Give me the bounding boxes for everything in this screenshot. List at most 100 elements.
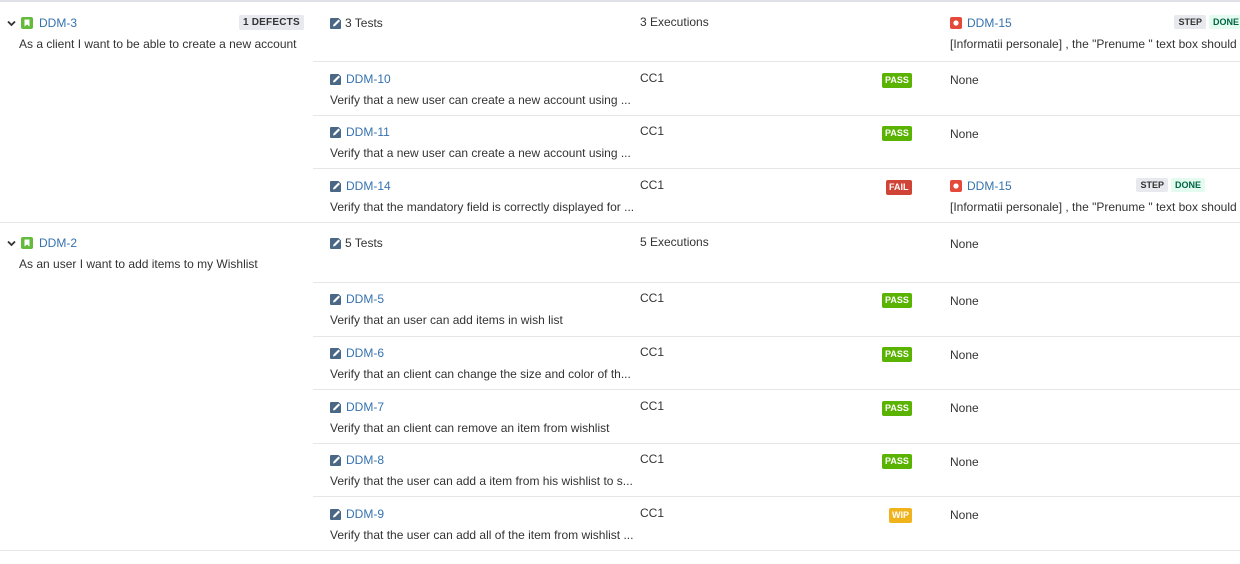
bug-icon <box>950 17 962 29</box>
test-cell: DDM-7 Verify that an client can remove a… <box>330 399 620 435</box>
table-row: DDM-9 Verify that the user can add all o… <box>0 496 1240 551</box>
test-cell: DDM-5 Verify that an user can add items … <box>330 291 620 327</box>
table-row: DDM-5 Verify that an user can add items … <box>313 282 1240 337</box>
test-summary: Verify that an client can change the siz… <box>330 367 631 381</box>
test-summary: Verify that a new user can create a new … <box>330 93 631 107</box>
defect-none-label: None <box>950 401 979 415</box>
table-row: 5 Tests 5 Executions None <box>313 223 1240 283</box>
test-cell: DDM-9 Verify that the user can add all o… <box>330 506 634 542</box>
table-row: 3 Tests 3 Executions DDM-15 STEP DONE [I… <box>313 2 1240 62</box>
story-header: DDM-2 <box>5 235 77 251</box>
defect-cell: None <box>950 506 1232 524</box>
table-row: DDM-6 Verify that an client can change t… <box>313 336 1240 390</box>
test-summary: Verify that the user can add all of the … <box>330 528 634 542</box>
test-summary: Verify that an client can remove an item… <box>330 421 610 435</box>
defect-cell: DDM-15 STEP DONE [Informatii personale] … <box>950 178 1240 214</box>
defect-key-link[interactable]: DDM-15 <box>967 179 1012 193</box>
environment-label: CC1 <box>640 452 665 466</box>
test-key-link[interactable]: DDM-10 <box>346 72 391 86</box>
test-cell: DDM-11 Verify that a new user can create… <box>330 124 631 160</box>
test-summary: Verify that a new user can create a new … <box>330 146 631 160</box>
step-lozenge: STEP <box>1174 15 1206 29</box>
executions-count-label: 5 Executions <box>640 235 709 249</box>
defect-summary: [Informatii personale] , the "Prenume " … <box>950 37 1240 51</box>
table-row: DDM-7 Verify that an client can remove a… <box>313 389 1240 444</box>
status-badge-pass[interactable]: PASS <box>882 401 912 416</box>
test-icon <box>330 454 342 467</box>
environment-label: CC1 <box>640 124 665 138</box>
defects-count-badge[interactable]: 1 DEFECTS <box>239 15 304 30</box>
status-badge-pass[interactable]: PASS <box>882 126 912 141</box>
defect-none-label: None <box>950 237 979 251</box>
test-icon <box>330 180 342 193</box>
test-key-link[interactable]: DDM-8 <box>346 453 384 467</box>
status-badge-fail[interactable]: FAIL <box>886 180 912 195</box>
story-summary: As an user I want to add items to my Wis… <box>19 257 258 271</box>
chevron-down-icon[interactable] <box>5 17 17 29</box>
test-key-link[interactable]: DDM-5 <box>346 292 384 306</box>
test-summary: Verify that the user can add a item from… <box>330 474 633 488</box>
tests-count-label: 5 Tests <box>345 236 383 250</box>
defect-none-label: None <box>950 508 979 522</box>
status-badge-pass[interactable]: PASS <box>882 454 912 469</box>
status-badge-pass[interactable]: PASS <box>882 73 912 88</box>
defect-none-label: None <box>950 73 979 87</box>
table-row: DDM-14 Verify that the mandatory field i… <box>0 168 1240 223</box>
test-icon <box>330 401 342 414</box>
test-icon <box>330 237 342 250</box>
defect-cell: None <box>950 125 1232 143</box>
test-icon <box>330 508 342 521</box>
environment-label: CC1 <box>640 291 665 305</box>
story-icon <box>21 17 33 29</box>
environment-label: CC1 <box>640 345 665 359</box>
test-icon <box>330 347 342 360</box>
test-cell: DDM-10 Verify that a new user can create… <box>330 71 631 107</box>
test-key-link[interactable]: DDM-6 <box>346 346 384 360</box>
defect-summary: [Informatii personale] , the "Prenume " … <box>950 200 1240 214</box>
tests-count-cell: 5 Tests <box>330 235 620 251</box>
test-key-link[interactable]: DDM-9 <box>346 507 384 521</box>
chevron-down-icon[interactable] <box>5 237 17 249</box>
status-badge-pass[interactable]: PASS <box>882 293 912 308</box>
test-summary: Verify that the mandatory field is corre… <box>330 200 635 214</box>
story-key-link[interactable]: DDM-2 <box>39 236 77 250</box>
test-icon <box>330 73 342 86</box>
test-key-link[interactable]: DDM-14 <box>346 179 391 193</box>
test-key-link[interactable]: DDM-7 <box>346 400 384 414</box>
story-icon <box>21 237 33 249</box>
tests-count-label: 3 Tests <box>345 16 383 30</box>
test-cell: DDM-14 Verify that the mandatory field i… <box>330 178 635 214</box>
test-summary: Verify that an user can add items in wis… <box>330 313 563 327</box>
table-row: DDM-10 Verify that a new user can create… <box>313 61 1240 116</box>
defect-cell: None <box>950 292 1232 310</box>
test-key-link[interactable]: DDM-11 <box>346 125 390 139</box>
story-group: DDM-2 As an user I want to add items to … <box>0 223 1240 551</box>
test-cell: DDM-8 Verify that the user can add a ite… <box>330 452 633 488</box>
test-icon <box>330 293 342 306</box>
status-badge-pass[interactable]: PASS <box>882 347 912 362</box>
defect-none-label: None <box>950 127 979 141</box>
defect-cell: DDM-15 STEP DONE [Informatii personale] … <box>950 15 1240 51</box>
table-row: DDM-11 Verify that a new user can create… <box>313 115 1240 169</box>
status-badge-wip[interactable]: WIP <box>889 508 912 523</box>
story-key-link[interactable]: DDM-3 <box>39 16 77 30</box>
done-status-lozenge: DONE <box>1208 15 1240 29</box>
defect-key-link[interactable]: DDM-15 <box>967 16 1012 30</box>
tests-count-cell: 3 Tests <box>330 15 620 31</box>
environment-label: CC1 <box>640 71 665 85</box>
defect-none-label: None <box>950 348 979 362</box>
step-lozenge: STEP <box>1136 178 1168 192</box>
story-group: DDM-3 1 DEFECTS As a client I want to be… <box>0 2 1240 223</box>
test-icon <box>330 17 342 30</box>
defect-none-label: None <box>950 455 979 469</box>
defect-none-label: None <box>950 294 979 308</box>
story-summary: As a client I want to be able to create … <box>19 37 297 51</box>
table-row: DDM-8 Verify that the user can add a ite… <box>313 443 1240 497</box>
environment-label: CC1 <box>640 506 665 520</box>
defect-cell: None <box>950 235 1232 253</box>
defect-cell: None <box>950 453 1232 471</box>
bug-icon <box>950 180 962 192</box>
done-status-lozenge: DONE <box>1170 178 1205 192</box>
defect-cell: None <box>950 346 1232 364</box>
defect-cell: None <box>950 71 1232 89</box>
